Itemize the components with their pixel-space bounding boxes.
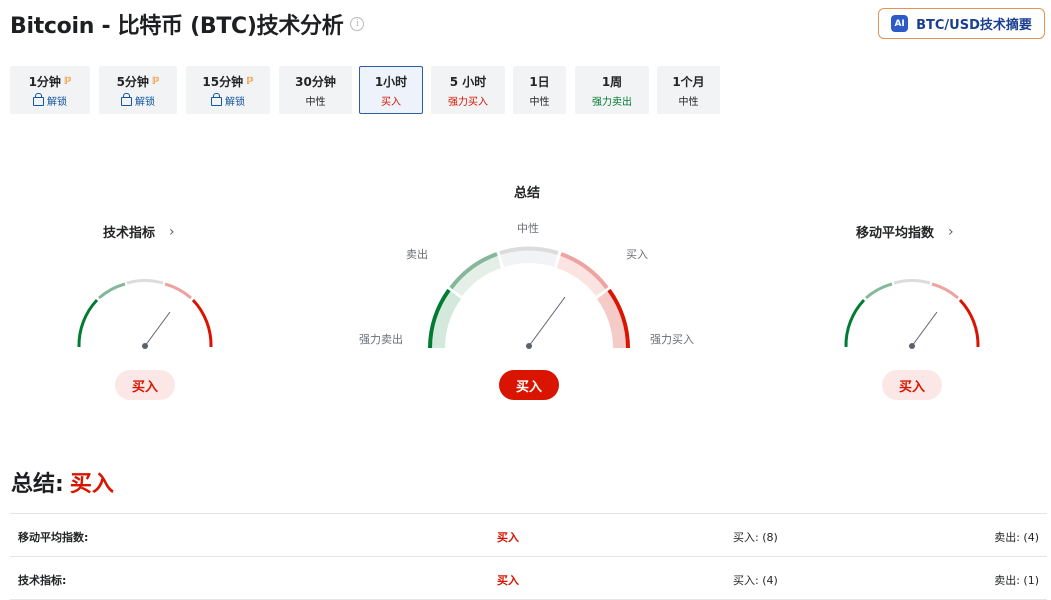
- gauge-title: 移动平均指数: [856, 226, 935, 241]
- technical-indicators-link[interactable]: 技术指标 ›: [103, 222, 175, 242]
- tab-signal: 中性: [678, 96, 699, 108]
- pro-icon: ℙ: [63, 75, 72, 87]
- row-buy-count: 买入: (4): [733, 574, 778, 587]
- unlock-link[interactable]: 解锁: [47, 93, 67, 108]
- tab-label: 1日: [529, 74, 550, 89]
- tab-1w[interactable]: 1周 强力卖出: [575, 66, 649, 114]
- moving-averages-gauge: [844, 278, 980, 349]
- row-name: 技术指标:: [18, 574, 67, 587]
- lock-icon: [211, 92, 222, 106]
- label-neutral: 中性: [517, 222, 539, 235]
- table-row: 技术指标: 买入 买入: (4) 卖出: (1): [10, 556, 1047, 600]
- ai-icon: AI: [891, 15, 909, 32]
- tab-signal: 中性: [529, 96, 550, 108]
- tab-label: 5分钟: [116, 74, 149, 89]
- summary-table: 移动平均指数: 买入 买入: (8) 卖出: (4) 技术指标: 买入 买入: …: [10, 513, 1047, 600]
- info-icon[interactable]: i: [350, 17, 365, 31]
- summary-label: 总结:: [11, 472, 64, 497]
- tab-5h[interactable]: 5 小时 强力买入: [431, 66, 505, 114]
- row-buy-count: 买入: (8): [733, 531, 778, 544]
- unlock-link[interactable]: 解锁: [135, 93, 155, 108]
- tab-30min[interactable]: 30分钟 中性: [279, 66, 352, 114]
- label-strong-buy: 强力买入: [650, 333, 694, 346]
- chevron-right-icon: ›: [169, 223, 175, 240]
- technical-verdict-badge: 买入: [115, 370, 175, 400]
- lock-icon: [33, 92, 44, 106]
- tab-signal: 中性: [305, 96, 326, 108]
- tab-label: 30分钟: [295, 74, 336, 89]
- tab-15min[interactable]: 15分钟 ℙ 解锁: [186, 66, 270, 114]
- tab-label: 15分钟: [202, 74, 244, 89]
- gauge-title: 技术指标: [103, 226, 156, 241]
- moving-averages-link[interactable]: 移动平均指数 ›: [856, 222, 954, 242]
- summary-gauge-title: 总结: [514, 186, 541, 201]
- pro-icon: ℙ: [246, 75, 254, 87]
- row-name: 移动平均指数:: [18, 531, 89, 544]
- summary-verdict-badge: 买入: [499, 370, 559, 400]
- tab-1d[interactable]: 1日 中性: [513, 66, 566, 114]
- row-verdict: 买入: [497, 574, 519, 587]
- label-strong-sell: 强力卖出: [359, 333, 403, 346]
- tab-1mo[interactable]: 1个月 中性: [657, 66, 720, 114]
- page-title: Bitcoin - 比特币 (BTC)技术分析: [10, 14, 344, 39]
- tab-signal: 强力买入: [448, 96, 488, 108]
- tab-label: 1分钟: [28, 74, 61, 89]
- row-sell-count: 卖出: (4): [994, 531, 1039, 544]
- row-verdict: 买入: [497, 531, 519, 544]
- tab-signal: 强力卖出: [592, 96, 632, 108]
- summary-verdict: 买入: [69, 472, 114, 497]
- summary-gauge: [428, 246, 630, 349]
- unlock-link[interactable]: 解锁: [225, 93, 245, 108]
- ai-summary-button[interactable]: AI BTC/USD技术摘要: [878, 8, 1045, 39]
- tab-5min[interactable]: 5分钟 ℙ 解锁: [99, 66, 177, 114]
- table-row: 移动平均指数: 买入 买入: (8) 卖出: (4): [10, 513, 1047, 556]
- tab-label: 1个月: [672, 74, 705, 89]
- pro-icon: ℙ: [151, 75, 160, 87]
- lock-icon: [121, 92, 132, 106]
- summary-heading: 总结: 买入: [11, 466, 114, 498]
- tab-label: 5 小时: [449, 74, 487, 89]
- tab-signal: 买入: [381, 96, 401, 108]
- chevron-right-icon: ›: [948, 223, 954, 240]
- tab-label: 1周: [601, 74, 623, 89]
- tab-1h[interactable]: 1小时 买入: [359, 66, 423, 114]
- row-sell-count: 卖出: (1): [994, 574, 1039, 587]
- moving-averages-verdict-badge: 买入: [882, 370, 942, 400]
- tab-label: 1小时: [374, 74, 408, 89]
- tab-1min[interactable]: 1分钟 ℙ 解锁: [10, 66, 90, 114]
- technical-gauge: [77, 278, 213, 349]
- title-row: Bitcoin - 比特币 (BTC)技术分析 i: [10, 8, 365, 40]
- ai-summary-label: BTC/USD技术摘要: [916, 18, 1032, 33]
